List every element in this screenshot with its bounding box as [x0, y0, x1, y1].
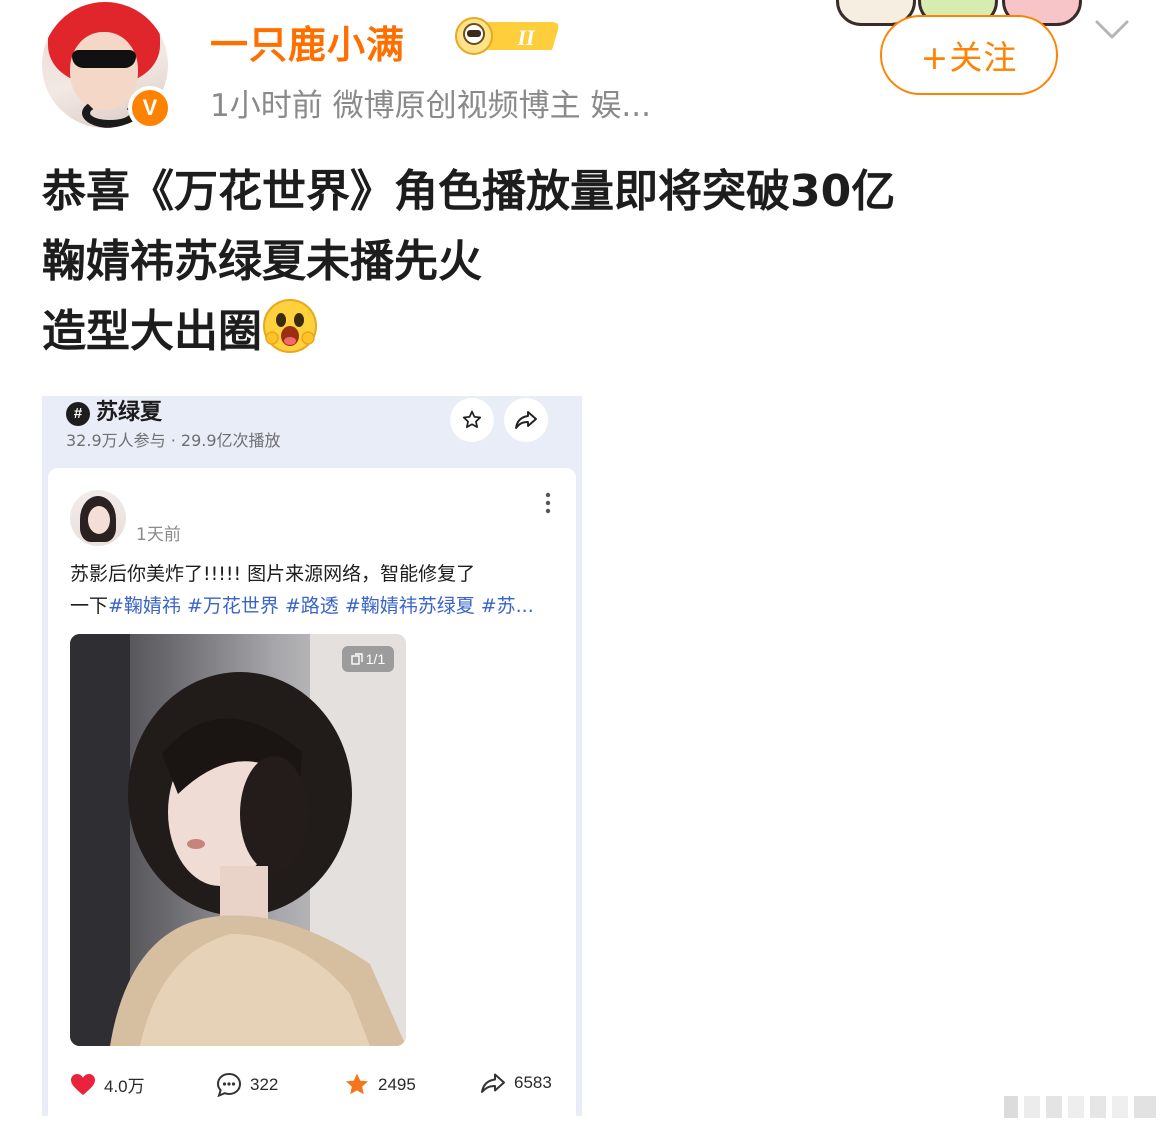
post-text: 恭喜《万花世界》角色播放量即将突破30亿 鞠婧祎苏绿夏未播先火 造型大出圈 [42, 157, 1042, 367]
topic-hash-icon: # [66, 402, 90, 426]
comment-icon [216, 1072, 242, 1098]
favorite-count: 2495 [378, 1075, 416, 1094]
share-icon [481, 1073, 505, 1093]
hashtag-link[interactable]: #苏... [481, 595, 534, 617]
post-card[interactable]: 1天前 苏影后你美炸了!!!!! 图片来源网络，智能修复了 一下#鞠婧祎 #万花世… [48, 468, 576, 1116]
follow-button[interactable]: +关注 [880, 15, 1058, 95]
avatar-sunglasses [72, 50, 136, 68]
topic-stats: 32.9万人参与 · 29.9亿次播放 [66, 431, 281, 450]
comment-count: 322 [250, 1075, 279, 1094]
like-count: 4.0万 [104, 1077, 145, 1096]
level-badge-text: II [516, 25, 536, 50]
hashtag-link[interactable]: #万花世界 [187, 595, 279, 617]
card-author-avatar[interactable] [70, 490, 126, 546]
card-text-prefix: 一下 [70, 595, 109, 617]
chevron-down-icon[interactable] [1094, 18, 1130, 42]
hashtag-link[interactable]: #鞠婧祎 [108, 595, 181, 617]
post-meta: 1小时前 微博原创视频博主 娱... [210, 88, 651, 124]
card-avatar-face [88, 506, 110, 534]
like-button[interactable]: 4.0万 [70, 1072, 145, 1097]
gallery-icon [351, 653, 363, 665]
comment-button[interactable]: 322 [216, 1072, 278, 1098]
post-line-1: 恭喜《万花世界》角色播放量即将突破30亿 [42, 166, 896, 217]
share-icon [515, 411, 537, 429]
star-outline-icon [462, 410, 482, 429]
post-line-3: 造型大出圈 [42, 297, 1042, 367]
image-page-indicator: 1/1 [342, 646, 394, 672]
hashtag-link[interactable]: #鞠婧祎苏绿夏 [345, 595, 475, 617]
portrait-illustration [70, 634, 406, 1046]
star-filled-icon [346, 1073, 368, 1095]
card-text-line-2: 一下#鞠婧祎 #万花世界 #路透 #鞠婧祎苏绿夏 #苏... [70, 590, 560, 622]
share-topic-button[interactable] [504, 398, 548, 442]
card-text: 苏影后你美炸了!!!!! 图片来源网络，智能修复了 一下#鞠婧祎 #万花世界 #路透… [70, 558, 560, 622]
card-text-line-1: 苏影后你美炸了!!!!! 图片来源网络，智能修复了 [70, 563, 476, 585]
verified-badge-icon: V [128, 86, 172, 130]
username[interactable]: 一只鹿小满 [210, 14, 405, 69]
post-line-2: 鞠婧祎苏绿夏未播先火 [42, 236, 482, 287]
share-button[interactable]: 6583 [480, 1072, 552, 1094]
image-page-count: 1/1 [365, 651, 386, 667]
topic-title-text: 苏绿夏 [96, 400, 163, 425]
card-timestamp: 1天前 [136, 525, 181, 545]
favorite-topic-button[interactable] [450, 398, 494, 442]
level-badge-icon: II [455, 17, 559, 55]
image-strip-icon [1004, 1096, 1156, 1118]
favorite-button[interactable]: 2495 [344, 1072, 416, 1098]
hashtag-link[interactable]: #路透 [285, 595, 339, 617]
more-options-icon[interactable] [544, 492, 552, 514]
post-line-3-text: 造型大出圈 [42, 306, 262, 357]
share-count: 6583 [514, 1073, 552, 1092]
embedded-screenshot[interactable]: # 苏绿夏 32.9万人参与 · 29.9亿次播放 1天前 苏影后你美炸了!!!!… [42, 396, 582, 1116]
topic-title[interactable]: # 苏绿夏 [66, 396, 162, 426]
surprised-face-emoji-icon [263, 299, 317, 353]
heart-icon [71, 1073, 95, 1095]
post-photo[interactable]: 1/1 [70, 634, 406, 1046]
